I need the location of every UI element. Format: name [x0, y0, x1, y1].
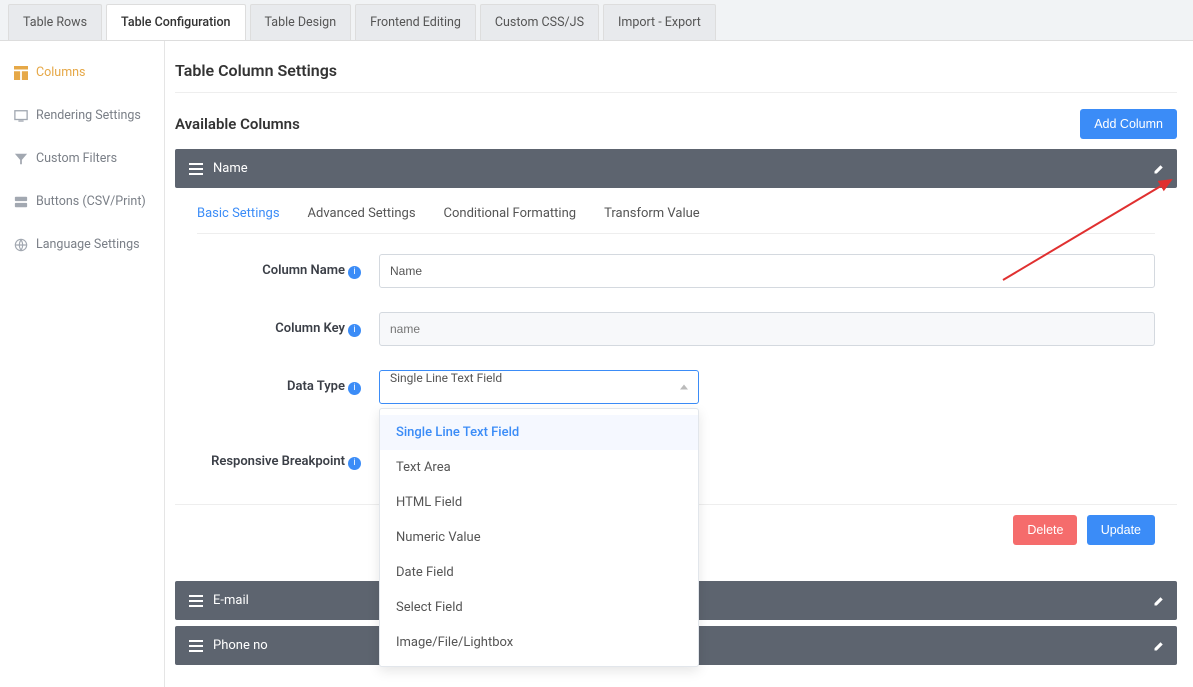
- tab-table-configuration[interactable]: Table Configuration: [106, 4, 245, 40]
- data-type-option[interactable]: HTML Field: [380, 485, 698, 520]
- columns-icon: [14, 66, 28, 80]
- column-name-label: Column Namei: [197, 263, 367, 279]
- tab-custom-css-js[interactable]: Custom CSS/JS: [480, 4, 599, 40]
- filter-icon: [14, 152, 28, 166]
- column-header-label: E-mail: [213, 593, 249, 608]
- column-header-label: Phone no: [213, 638, 268, 653]
- data-type-dropdown: Single Line Text Field Text Area HTML Fi…: [379, 408, 699, 667]
- inner-tabs: Basic Settings Advanced Settings Conditi…: [197, 206, 1155, 234]
- column-panel: Basic Settings Advanced Settings Conditi…: [175, 188, 1177, 504]
- rendering-icon: [14, 109, 28, 123]
- chevron-up-icon: [680, 385, 688, 390]
- tab-frontend-editing[interactable]: Frontend Editing: [355, 4, 476, 40]
- add-column-button[interactable]: Add Column: [1080, 109, 1177, 139]
- bars-icon: [189, 639, 203, 653]
- sidebar: Columns Rendering Settings Custom Filter…: [0, 41, 165, 687]
- info-icon[interactable]: i: [348, 457, 361, 470]
- sidebar-item-label: Language Settings: [36, 237, 140, 252]
- data-type-select[interactable]: Single Line Text Field: [379, 370, 699, 404]
- data-type-option[interactable]: Date Field: [380, 555, 698, 590]
- sidebar-item-language[interactable]: Language Settings: [0, 223, 164, 266]
- data-type-label: Data Typei: [197, 379, 367, 395]
- data-type-option[interactable]: Single Line Text Field: [380, 415, 698, 450]
- info-icon[interactable]: i: [348, 382, 361, 395]
- tab-table-design[interactable]: Table Design: [250, 4, 352, 40]
- top-tabs: Table Rows Table Configuration Table Des…: [0, 0, 1193, 41]
- sidebar-item-label: Buttons (CSV/Print): [36, 194, 146, 209]
- info-icon[interactable]: i: [348, 324, 361, 337]
- sidebar-item-rendering[interactable]: Rendering Settings: [0, 94, 164, 137]
- pencil-icon[interactable]: [1153, 640, 1165, 652]
- tab-import-export[interactable]: Import - Export: [603, 4, 716, 40]
- info-icon[interactable]: i: [348, 266, 361, 279]
- column-name-input[interactable]: [379, 254, 1155, 288]
- data-type-option[interactable]: Text Area: [380, 450, 698, 485]
- column-header-label: Name: [213, 161, 248, 176]
- pencil-icon[interactable]: [1153, 163, 1165, 175]
- page-title: Table Column Settings: [175, 55, 1177, 93]
- column-header-name[interactable]: Name: [175, 149, 1177, 188]
- inner-tab-advanced[interactable]: Advanced Settings: [308, 206, 416, 221]
- sidebar-item-label: Columns: [36, 65, 86, 80]
- sidebar-item-buttons[interactable]: Buttons (CSV/Print): [0, 180, 164, 223]
- delete-button[interactable]: Delete: [1013, 515, 1077, 545]
- update-button[interactable]: Update: [1087, 515, 1155, 545]
- inner-tab-basic[interactable]: Basic Settings: [197, 206, 280, 221]
- data-type-option[interactable]: Numeric Value: [380, 520, 698, 555]
- sidebar-item-columns[interactable]: Columns: [0, 51, 164, 94]
- inner-tab-conditional[interactable]: Conditional Formatting: [444, 206, 577, 221]
- main-content: Table Column Settings Available Columns …: [165, 41, 1193, 687]
- column-key-label: Column Keyi: [197, 321, 367, 337]
- data-type-option[interactable]: Image/File/Lightbox: [380, 625, 698, 660]
- language-icon: [14, 238, 28, 252]
- bars-icon: [189, 594, 203, 608]
- data-type-option[interactable]: Select Field: [380, 590, 698, 625]
- buttons-icon: [14, 195, 28, 209]
- sidebar-item-filters[interactable]: Custom Filters: [0, 137, 164, 180]
- sidebar-item-label: Rendering Settings: [36, 108, 141, 123]
- available-columns-title: Available Columns: [175, 115, 300, 133]
- tab-table-rows[interactable]: Table Rows: [8, 4, 102, 40]
- responsive-breakpoint-label: Responsive Breakpointi: [197, 454, 367, 470]
- sidebar-item-label: Custom Filters: [36, 151, 117, 166]
- bars-icon: [189, 162, 203, 176]
- inner-tab-transform[interactable]: Transform Value: [604, 206, 700, 221]
- column-key-input: [379, 312, 1155, 346]
- pencil-icon[interactable]: [1153, 595, 1165, 607]
